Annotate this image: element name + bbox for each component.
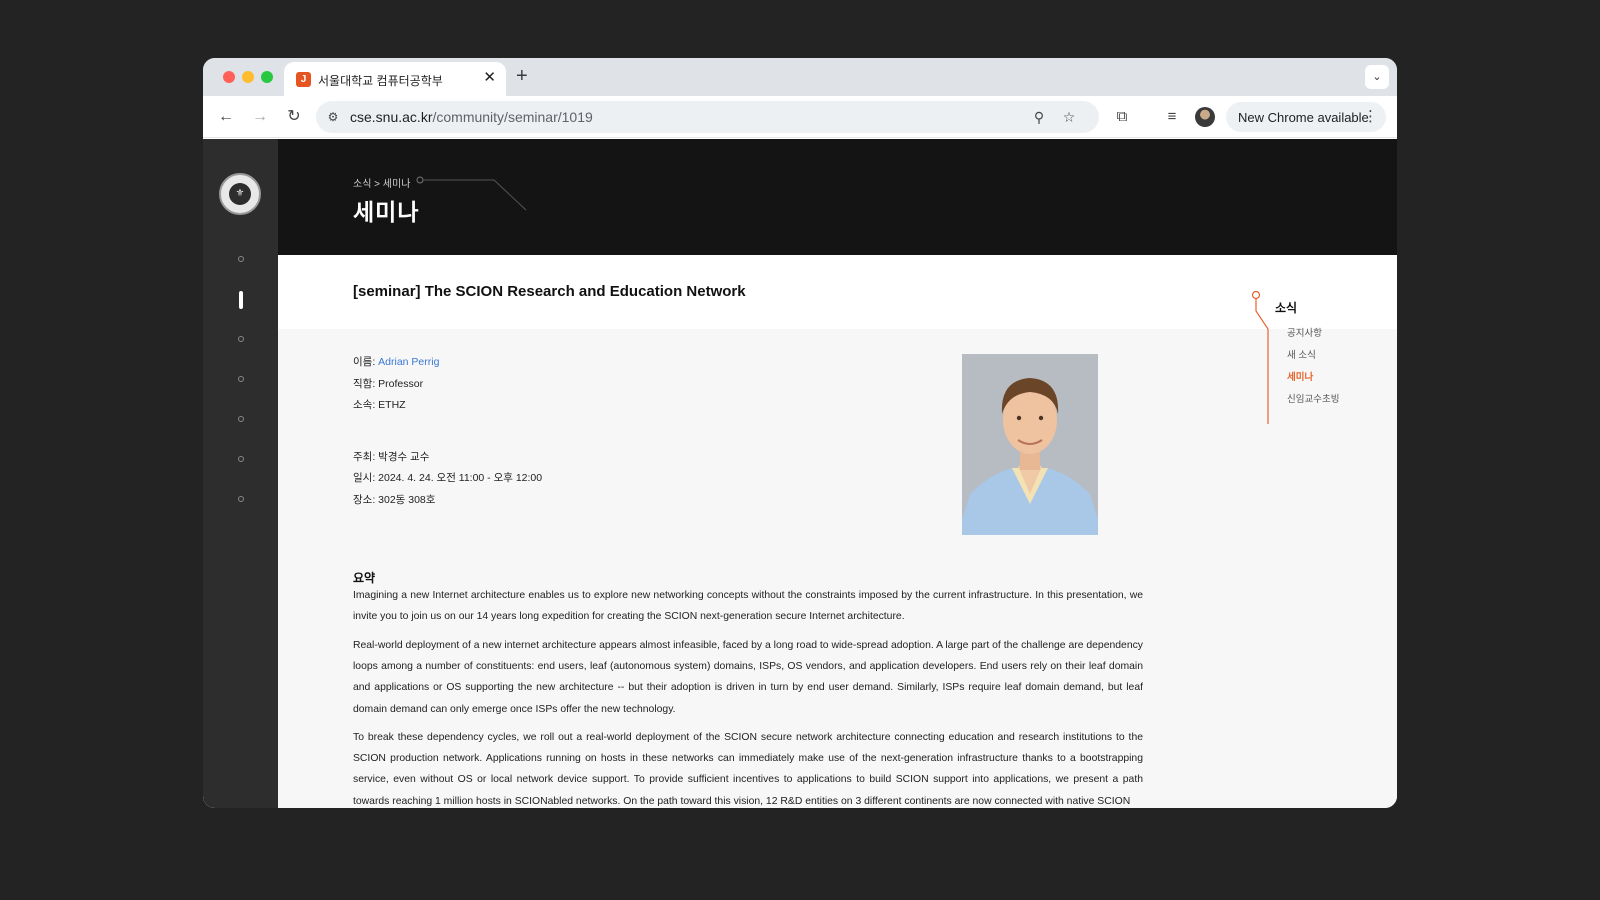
speaker-name-label: 이름:	[353, 356, 379, 368]
nav-dot-active[interactable]	[239, 291, 243, 309]
breadcrumb-decoration-icon	[416, 176, 527, 211]
nav-dot-6[interactable]	[238, 456, 244, 462]
tab-strip: J 서울대학교 컴퓨터공학부 ✕ + ⌄	[203, 58, 1397, 96]
favicon-icon: J	[296, 72, 311, 87]
tab-title: 서울대학교 컴퓨터공학부	[318, 74, 443, 88]
back-arrow-icon[interactable]: ←	[213, 104, 239, 130]
address-bar[interactable]: ⚙ cse.snu.ac.kr/community/seminar/1019 ⚲…	[316, 101, 1099, 133]
site-info-icon[interactable]: ⚙	[324, 108, 342, 126]
browser-toolbar: ← → ↻ ⚙ cse.snu.ac.kr/community/seminar/…	[203, 96, 1397, 138]
summary-paragraph-2: Real-world deployment of a new internet …	[353, 640, 1143, 715]
speaker-photo	[962, 354, 1098, 535]
puzzle-icon[interactable]: ⧉	[1111, 106, 1133, 128]
url-path: /community/seminar/1019	[432, 109, 593, 125]
nav-dot-7[interactable]	[238, 496, 244, 502]
side-nav-line-icon	[1251, 290, 1269, 424]
left-nav-bar: ⚜	[203, 139, 278, 808]
close-window-button[interactable]	[223, 71, 235, 83]
star-icon[interactable]: ☆	[1059, 107, 1079, 127]
url-host: cse.snu.ac.kr	[350, 109, 433, 125]
side-nav-heading[interactable]: 소식	[1275, 299, 1297, 316]
new-tab-icon[interactable]: +	[516, 64, 528, 88]
media-control-icon[interactable]: ≡	[1161, 106, 1183, 128]
zoom-icon[interactable]: ⚲	[1029, 107, 1049, 127]
nav-dot-3[interactable]	[238, 336, 244, 342]
minimize-window-button[interactable]	[242, 71, 254, 83]
new-chrome-button[interactable]: New Chrome available ⋮	[1226, 102, 1386, 132]
snu-logo[interactable]: ⚜	[219, 173, 261, 215]
page-header: 소식 > 세미나 세미나	[278, 139, 1397, 255]
nav-dot-1[interactable]	[238, 256, 244, 262]
new-chrome-label: New Chrome available	[1238, 110, 1369, 125]
browser-window: J 서울대학교 컴퓨터공학부 ✕ + ⌄ ← → ↻ ⚙ cse.snu.ac.…	[203, 58, 1397, 808]
seminar-title-band: [seminar] The SCION Research and Educati…	[278, 255, 1397, 329]
web-page: ⚜ 소식 > 세미나 세미나 [seminar] The SCION Resea…	[203, 139, 1397, 808]
reload-icon[interactable]: ↻	[281, 104, 307, 130]
side-nav-item-faculty-recruitment[interactable]: 신임교수초빙	[1287, 391, 1339, 405]
summary-paragraph-1: Imagining a new Internet architecture en…	[353, 590, 1143, 623]
seminar-title: [seminar] The SCION Research and Educati…	[353, 283, 746, 300]
url-text[interactable]: cse.snu.ac.kr/community/seminar/1019	[350, 109, 593, 125]
nav-dot-4[interactable]	[238, 376, 244, 382]
side-nav-item-seminar[interactable]: 세미나	[1287, 369, 1313, 383]
speaker-name-link[interactable]: Adrian Perrig	[378, 356, 439, 368]
tab-search-icon[interactable]: ⌄	[1365, 65, 1389, 89]
avatar[interactable]	[1195, 107, 1215, 127]
side-nav-item-news[interactable]: 새 소식	[1287, 347, 1316, 361]
maximize-window-button[interactable]	[261, 71, 273, 83]
page-title: 세미나	[353, 199, 420, 225]
nav-dot-5[interactable]	[238, 416, 244, 422]
browser-tab[interactable]: J 서울대학교 컴퓨터공학부 ✕	[284, 62, 506, 96]
forward-arrow-icon[interactable]: →	[247, 104, 273, 130]
logo-emblem-icon: ⚜	[229, 183, 251, 205]
summary-paragraph-3: To break these dependency cycles, we rol…	[353, 732, 1143, 807]
close-tab-icon[interactable]: ✕	[483, 69, 496, 87]
side-nav-item-notices[interactable]: 공지사항	[1287, 325, 1322, 339]
summary-heading: 요약	[353, 571, 376, 585]
kebab-menu-icon[interactable]: ⋮	[1363, 107, 1378, 125]
breadcrumb: 소식 > 세미나	[353, 179, 411, 190]
